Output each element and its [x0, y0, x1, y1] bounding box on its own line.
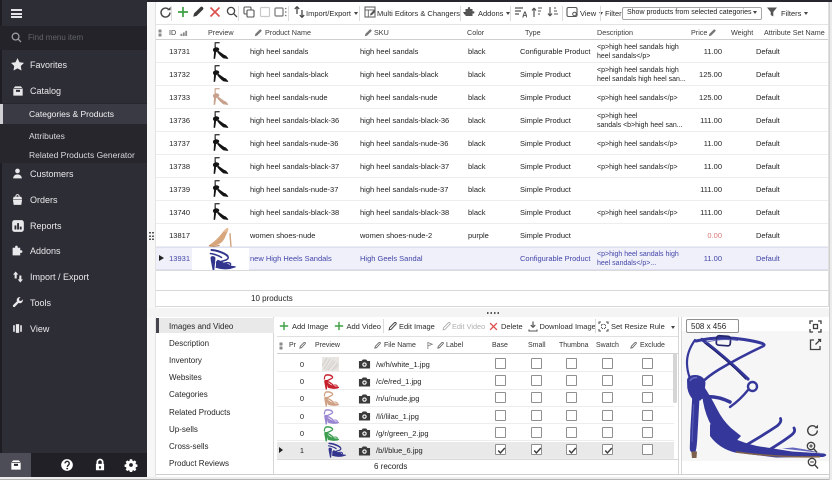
svg-text:A: A [522, 11, 527, 19]
